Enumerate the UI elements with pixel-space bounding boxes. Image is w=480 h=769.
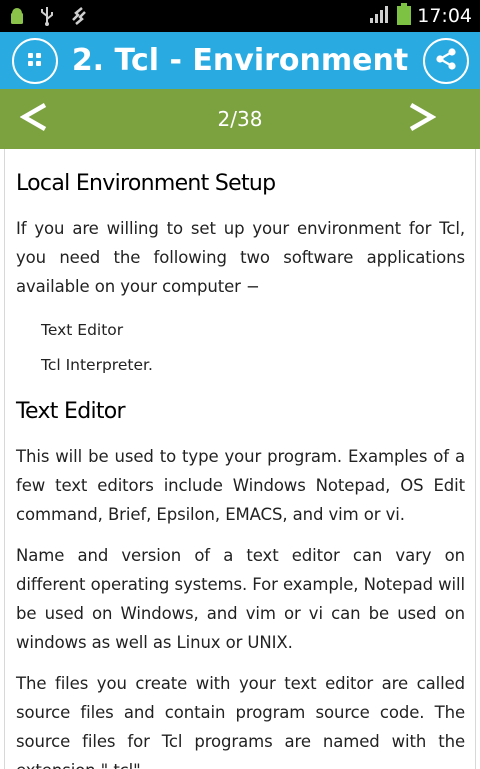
section-heading-text-editor: Text Editor — [16, 399, 126, 424]
android-notification-icon — [10, 7, 24, 25]
list-item: Text Editor — [41, 321, 124, 339]
page-indicator: 2/38 — [217, 107, 263, 131]
chevron-left-icon — [19, 102, 48, 136]
list-item: Tcl Interpreter. — [41, 356, 153, 374]
app-bar: 2. Tcl - Environment — [0, 32, 480, 89]
previous-page-button[interactable] — [6, 89, 62, 149]
share-icon — [434, 47, 458, 75]
pager-bar: 2/38 — [0, 89, 480, 149]
editor-versions-paragraph: Name and version of a text editor can va… — [16, 546, 465, 652]
article-content[interactable]: Local Environment Setup If you are willi… — [4, 149, 476, 769]
battery-icon — [397, 3, 412, 29]
menu-button[interactable] — [12, 38, 58, 84]
chevron-right-icon — [408, 102, 437, 136]
next-page-button[interactable] — [394, 89, 450, 149]
source-files-paragraph: The files you create with your text edit… — [16, 674, 465, 769]
status-bar: 17:04 — [0, 0, 480, 32]
grid-menu-icon — [28, 52, 42, 71]
share-button[interactable] — [423, 38, 469, 84]
section-heading-local-environment: Local Environment Setup — [16, 171, 276, 196]
text-editor-paragraph: This will be used to type your program. … — [16, 447, 465, 524]
usb-debug-icon — [70, 6, 88, 26]
page-title: 2. Tcl - Environment — [71, 43, 409, 78]
signal-icon — [369, 4, 391, 28]
usb-icon — [38, 6, 56, 26]
status-notifications — [0, 6, 88, 26]
software-list: Text Editor Tcl Interpreter. — [16, 313, 465, 383]
intro-paragraph: If you are willing to set up your enviro… — [16, 219, 465, 296]
status-time: 17:04 — [417, 5, 472, 27]
